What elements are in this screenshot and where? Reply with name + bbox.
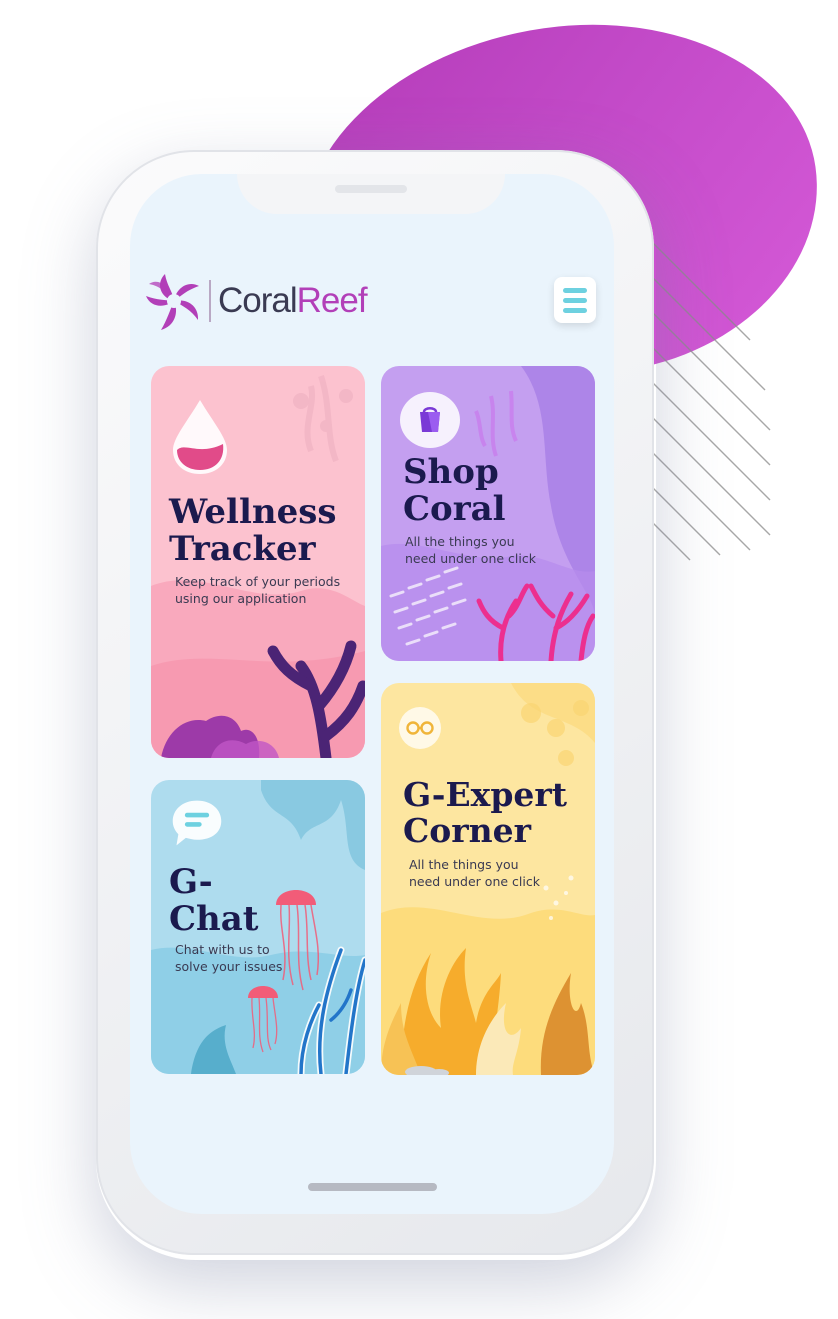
menu-line — [563, 287, 587, 293]
wellness-subtitle-line2: using our application — [175, 590, 307, 606]
hamburger-menu-button[interactable] — [554, 277, 596, 323]
brand-logo[interactable]: CoralReef — [143, 268, 368, 334]
phone-speaker — [335, 185, 407, 193]
shop-subtitle-line2: need under one click — [405, 550, 536, 566]
brand-name-reef: Reef — [296, 281, 368, 320]
expert-subtitle-line1: All the things you — [409, 857, 519, 872]
wellness-title: Wellness Tracker — [169, 494, 337, 567]
shop-subtitle-line1: All the things you — [405, 534, 515, 549]
chat-title-line2: Chat — [169, 898, 259, 939]
chat-title-line1: G- — [169, 862, 213, 902]
wellness-title-line1: Wellness — [169, 492, 337, 532]
logo-divider — [209, 280, 211, 322]
wellness-subtitle-line1: Keep track of your periods — [175, 574, 341, 589]
g-expert-corner-card[interactable]: G-Expert Corner All the things you need … — [381, 683, 595, 1075]
expert-subtitle: All the things you need under one click — [409, 857, 540, 890]
shop-title-line2: Coral — [403, 488, 506, 529]
chat-subtitle-line2: solve your issues — [175, 958, 283, 974]
phone-notch — [237, 174, 505, 214]
shop-coral-card[interactable]: Shop Coral All the things you need under… — [381, 366, 595, 661]
menu-line — [563, 297, 587, 303]
wellness-subtitle: Keep track of your periods using our app… — [175, 574, 340, 607]
brand-name: CoralReef — [218, 281, 368, 321]
expert-title-line1: G-Expert — [403, 775, 568, 814]
chat-bubble-icon — [169, 796, 225, 850]
glasses-icon — [399, 707, 441, 749]
expert-title-line2: Corner — [403, 810, 532, 850]
coral-shell-logo-icon — [146, 274, 199, 330]
shopping-bag-icon — [400, 392, 460, 448]
expert-subtitle-line2: need under one click — [409, 873, 540, 889]
wellness-tracker-card[interactable]: Wellness Tracker Keep track of your peri… — [151, 366, 365, 758]
shop-title-line1: Shop — [403, 452, 499, 492]
expert-title: G-Expert Corner — [403, 777, 567, 848]
g-chat-card[interactable]: G- Chat Chat with us to solve your issue… — [151, 780, 365, 1074]
wellness-title-line2: Tracker — [169, 528, 316, 569]
shop-subtitle: All the things you need under one click — [405, 534, 536, 567]
brand-name-coral: Coral — [218, 281, 298, 320]
chat-subtitle-line1: Chat with us to — [175, 942, 270, 957]
shop-title: Shop Coral — [403, 454, 506, 527]
home-indicator[interactable] — [308, 1183, 437, 1191]
diagonal-stripes-decoration — [640, 230, 771, 561]
chat-title: G- Chat — [169, 864, 259, 937]
menu-line — [563, 307, 587, 313]
chat-subtitle: Chat with us to solve your issues — [175, 942, 282, 975]
water-drop-icon — [169, 398, 231, 476]
